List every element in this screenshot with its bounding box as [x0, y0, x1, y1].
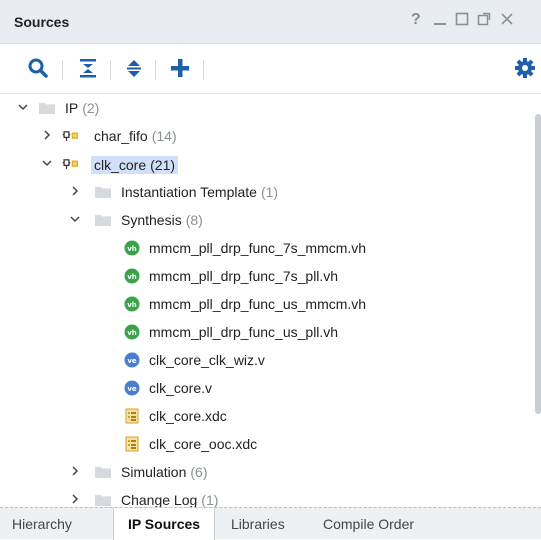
tree-label: Instantiation Template (1) — [121, 184, 279, 200]
tree-scrollbar[interactable] — [535, 94, 541, 507]
folder-icon — [38, 99, 56, 117]
verilog-file-icon: ve — [123, 351, 141, 369]
chevron-right-icon[interactable] — [68, 464, 82, 478]
folder-icon — [94, 491, 112, 507]
chevron-right-icon[interactable] — [68, 492, 82, 506]
scrollbar-thumb[interactable] — [535, 114, 541, 414]
tree-label: IP (2) — [65, 100, 100, 116]
file-name: mmcm_pll_drp_func_us_mmcm.vh — [149, 296, 367, 312]
verilog-header-icon: vh — [123, 239, 141, 257]
tab-ip-sources[interactable]: IP Sources — [113, 508, 215, 540]
svg-text:vh: vh — [127, 273, 137, 281]
folder-icon — [94, 211, 112, 229]
help-button[interactable]: ? — [411, 11, 421, 29]
sources-toolbar — [0, 44, 541, 94]
file-name: clk_core_clk_wiz.v — [149, 352, 265, 368]
float-icon[interactable] — [477, 12, 491, 31]
toolbar-separator — [203, 60, 204, 80]
tree-row-synthesis[interactable]: Synthesis (8) — [0, 206, 527, 234]
verilog-header-icon: vh — [123, 267, 141, 285]
tree-row-file[interactable]: vh mmcm_pll_drp_func_7s_pll.vh — [0, 262, 527, 290]
file-name: mmcm_pll_drp_func_7s_pll.vh — [149, 268, 339, 284]
chevron-down-icon[interactable] — [68, 212, 82, 226]
ip-core-icon — [62, 155, 88, 173]
panel-titlebar: Sources ? — [0, 0, 541, 44]
close-icon[interactable] — [500, 12, 514, 31]
toolbar-separator — [62, 60, 63, 80]
toolbar-separator — [110, 60, 111, 80]
chevron-down-icon[interactable] — [40, 156, 54, 170]
tree-row-instantiation-template[interactable]: Instantiation Template (1) — [0, 178, 527, 206]
search-icon[interactable] — [26, 56, 50, 82]
sources-panel: Sources ? IP (2) char_fifo (14) clk_core… — [0, 0, 541, 540]
tree-row-file[interactable]: ve clk_core_clk_wiz.v — [0, 346, 527, 374]
file-name: clk_core.xdc — [149, 408, 227, 424]
svg-text:ve: ve — [127, 357, 137, 365]
tree-row-file[interactable]: vh mmcm_pll_drp_func_us_pll.vh — [0, 318, 527, 346]
gear-icon[interactable] — [513, 56, 537, 82]
chevron-right-icon[interactable] — [40, 128, 54, 142]
minimize-icon[interactable] — [433, 10, 447, 33]
tree-label: Synthesis (8) — [121, 212, 203, 228]
file-name: mmcm_pll_drp_func_us_pll.vh — [149, 324, 339, 340]
tree-label-selected: clk_core (21) — [91, 156, 179, 174]
bottom-tabs: Hierarchy IP Sources Libraries Compile O… — [0, 507, 541, 540]
file-name: mmcm_pll_drp_func_7s_mmcm.vh — [149, 240, 367, 256]
tree-label: Change Log (1) — [121, 492, 219, 507]
collapse-all-icon[interactable] — [76, 56, 100, 82]
file-name: clk_core_ooc.xdc — [149, 436, 258, 452]
verilog-header-icon: vh — [123, 323, 141, 341]
svg-text:ve: ve — [127, 385, 137, 393]
tree-row-file[interactable]: vh mmcm_pll_drp_func_7s_mmcm.vh — [0, 234, 527, 262]
constraints-file-icon — [123, 407, 141, 425]
tree-row-char-fifo[interactable]: char_fifo (14) — [0, 122, 527, 150]
tree-row-file[interactable]: vh mmcm_pll_drp_func_us_mmcm.vh — [0, 290, 527, 318]
verilog-header-icon: vh — [123, 295, 141, 313]
tree-row-file[interactable]: clk_core_ooc.xdc — [0, 430, 527, 458]
tree-label: Simulation (6) — [121, 464, 208, 480]
tree-row-change-log[interactable]: Change Log (1) — [0, 486, 527, 507]
tab-hierarchy[interactable]: Hierarchy — [12, 508, 72, 540]
toolbar-separator — [155, 60, 156, 80]
panel-title: Sources — [14, 14, 70, 30]
svg-text:vh: vh — [127, 301, 137, 309]
tree-row-simulation[interactable]: Simulation (6) — [0, 458, 527, 486]
tree-row-ip[interactable]: IP (2) — [0, 94, 527, 122]
constraints-file-icon — [123, 435, 141, 453]
add-icon[interactable] — [168, 56, 192, 82]
svg-text:vh: vh — [127, 245, 137, 253]
tree-label: char_fifo (14) — [94, 128, 177, 144]
expand-all-icon[interactable] — [122, 56, 146, 82]
tree-row-clk-core[interactable]: clk_core (21) — [0, 150, 527, 178]
file-name: clk_core.v — [149, 380, 213, 396]
chevron-right-icon[interactable] — [68, 184, 82, 198]
tree-row-file[interactable]: ve clk_core.v — [0, 374, 527, 402]
tab-libraries[interactable]: Libraries — [231, 508, 285, 540]
sources-tree: IP (2) char_fifo (14) clk_core (21) Inst… — [0, 94, 541, 507]
chevron-down-icon[interactable] — [16, 100, 30, 114]
restore-icon[interactable] — [455, 12, 469, 31]
folder-icon — [94, 463, 112, 481]
svg-text:vh: vh — [127, 329, 137, 337]
verilog-file-icon: ve — [123, 379, 141, 397]
folder-icon — [94, 183, 112, 201]
tree-row-file[interactable]: clk_core.xdc — [0, 402, 527, 430]
tab-compile-order[interactable]: Compile Order — [323, 508, 414, 540]
ip-core-icon — [62, 127, 88, 145]
